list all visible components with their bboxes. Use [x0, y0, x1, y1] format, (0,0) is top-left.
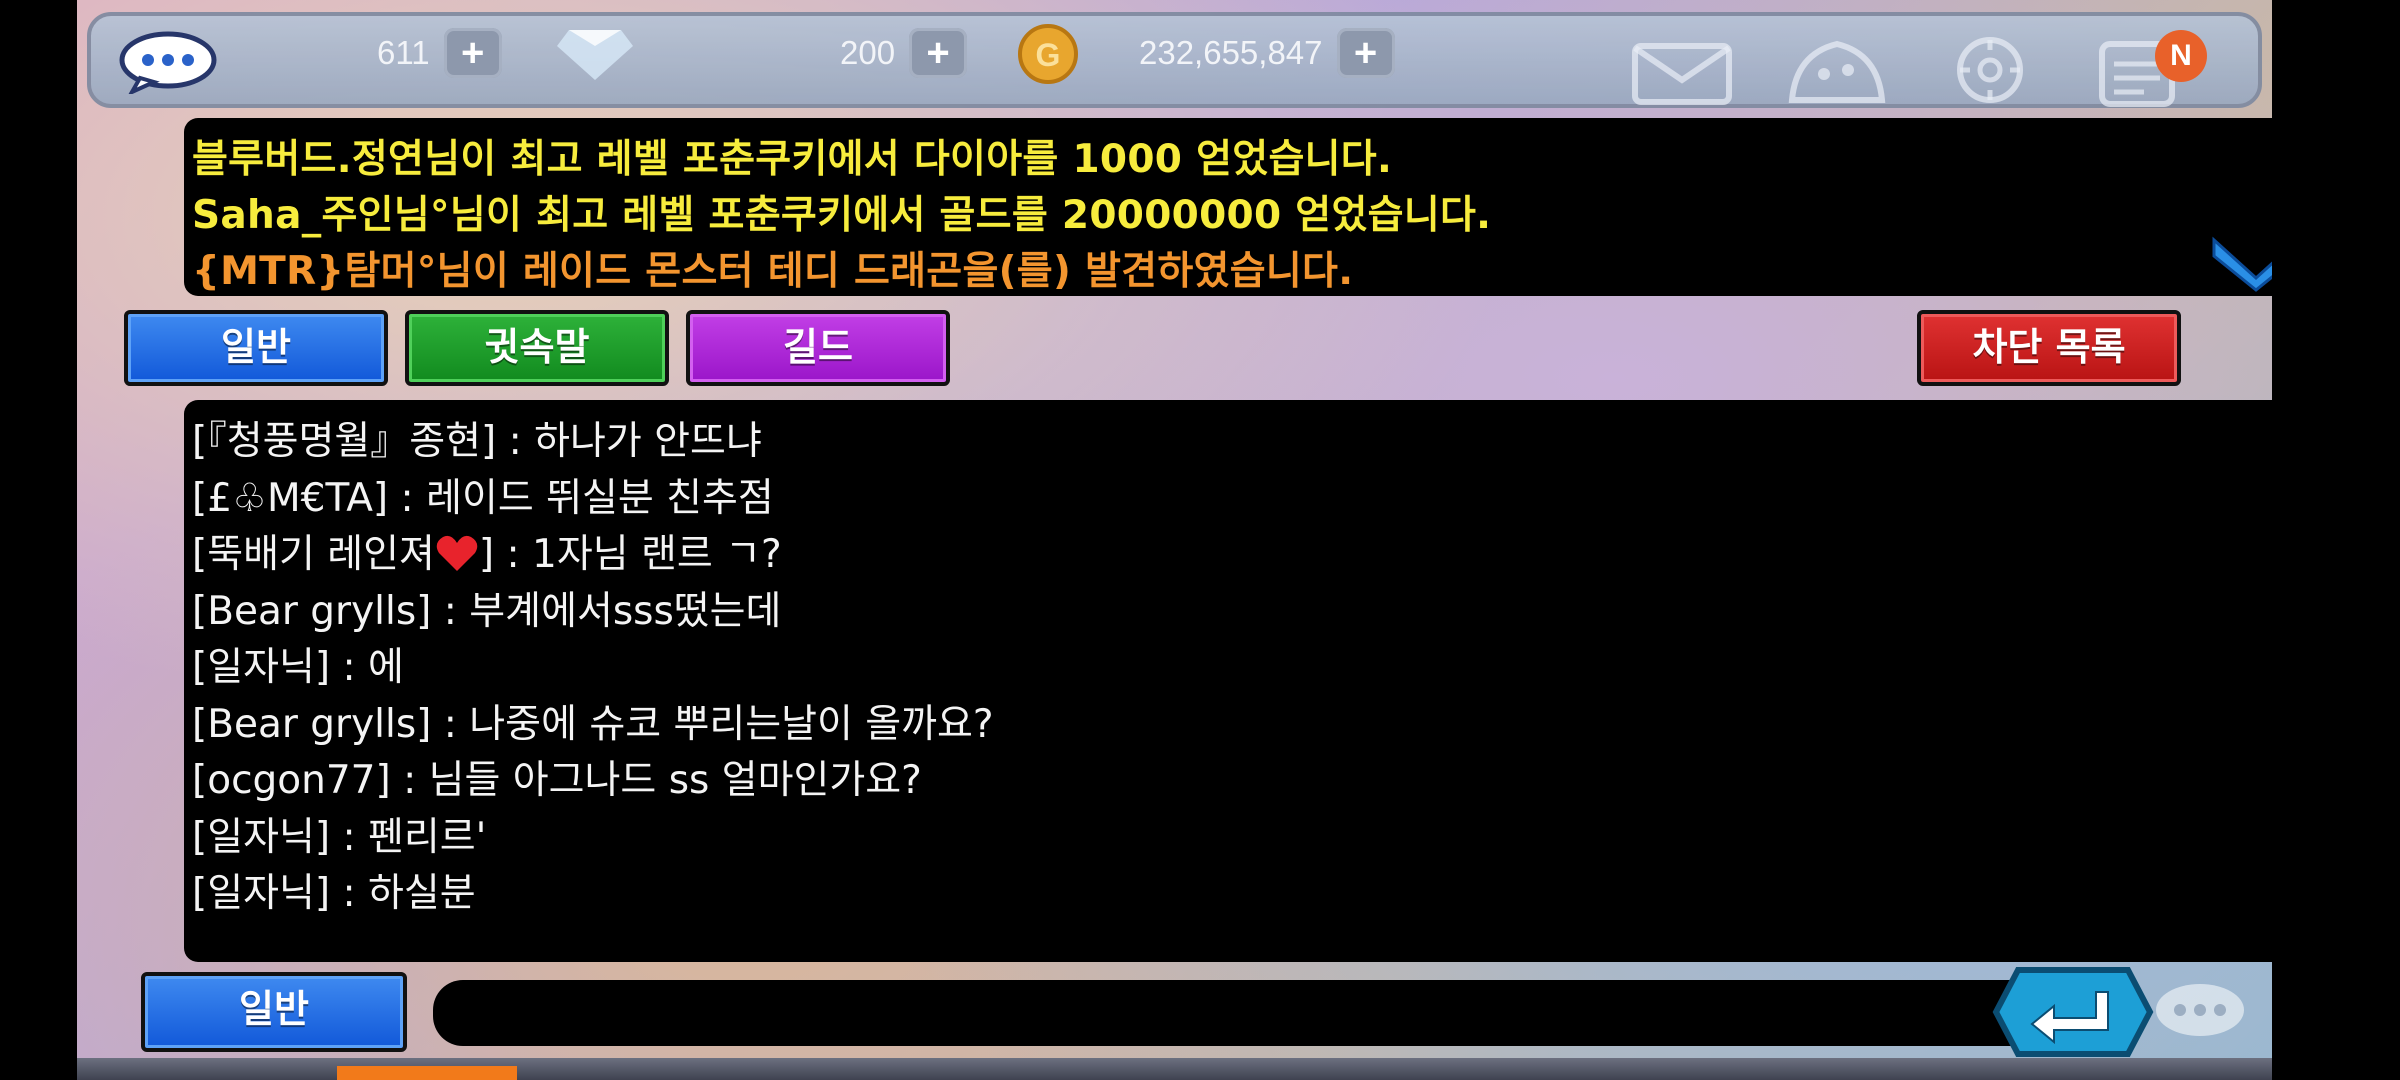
- game-screen: 611 + 200 + G 232,655,847 + N 블루버드.정연님이: [77, 0, 2272, 1080]
- gold-counter: 232,655,847 +: [1139, 28, 1395, 78]
- add-diamond-button[interactable]: +: [909, 28, 968, 78]
- gold-value: 232,655,847: [1139, 34, 1323, 71]
- energy-counter: 611 +: [377, 28, 502, 78]
- notice-line: 블루버드.정연님이 최고 레벨 포춘쿠키에서 다이아를 1000 얻었습니다.: [192, 137, 1393, 182]
- chat-line: [일자닉] : 펜리르': [192, 814, 487, 860]
- notification-badge: N: [2155, 30, 2207, 82]
- energy-value: 611: [377, 34, 430, 71]
- chat-log[interactable]: [『청풍명월』종현] : 하나가 안뜨냐 [£♧M€TA] : 레이드 뛰실분 …: [184, 400, 2272, 962]
- chat-line: [£♧M€TA] : 레이드 뛰실분 친추점: [192, 475, 774, 521]
- tab-whisper[interactable]: 귓속말: [405, 310, 669, 386]
- chat-line: [ocgon77] : 님들 아그나드 ss 얼마인가요?: [192, 758, 922, 803]
- chat-line: [192, 400, 994, 414]
- notice-line: {MTR}탐머°님이 레이드 몬스터 테디 드래곤을(를) 발견하였습니다.: [192, 249, 1354, 294]
- chat-message-input[interactable]: [433, 980, 2133, 1046]
- chat-line: [Bear grylls] : 부계에서sss떴는데: [192, 588, 782, 634]
- diamond-counter: 200 +: [840, 28, 968, 78]
- heart-icon: [436, 535, 478, 571]
- chat-input-row: 일반: [77, 967, 2272, 1057]
- diamond-value: 200: [840, 34, 896, 71]
- bottom-progress-accent: [337, 1066, 517, 1080]
- tab-general[interactable]: 일반: [124, 310, 388, 386]
- mail-icon[interactable]: [1627, 34, 1737, 108]
- chat-line: [일자닉] : 에: [192, 645, 404, 690]
- chat-bubble-more-icon: [2156, 984, 2244, 1036]
- channel-select-button[interactable]: 일반: [141, 972, 407, 1052]
- send-button[interactable]: [1992, 966, 2154, 1058]
- block-list-label: 차단 목록: [1972, 325, 2126, 369]
- chat-line: [『청풍명월』종현] : 하나가 안뜨냐: [192, 419, 762, 464]
- block-list-button[interactable]: 차단 목록: [1917, 310, 2181, 386]
- add-gold-button[interactable]: +: [1336, 28, 1395, 78]
- notice-line: Saha_주인님°님이 최고 레벨 포춘쿠키에서 골드를 20000000 얻었…: [192, 193, 1492, 238]
- diamond-icon: [557, 30, 633, 80]
- svg-text:G: G: [1036, 37, 1061, 73]
- system-notice-box: 블루버드.정연님이 최고 레벨 포춘쿠키에서 다이아를 1000 얻었습니다. …: [184, 118, 2272, 296]
- add-energy-button[interactable]: +: [443, 28, 502, 78]
- channel-select-label: 일반: [239, 987, 309, 1031]
- chat-line-suffix: ] : 1자님 랜르 ㄱ?: [478, 532, 782, 577]
- chat-bubble-icon[interactable]: [118, 30, 218, 94]
- compass-icon[interactable]: [1935, 34, 2045, 108]
- tab-whisper-label: 귓속말: [484, 325, 590, 369]
- cookie-kingdom-icon[interactable]: [1782, 34, 1892, 108]
- chat-line: [일자닉] : 하실분: [192, 871, 476, 916]
- chat-line-prefix: [뚝배기 레인져: [192, 532, 435, 577]
- chat-line: [Bear grylls] : 나중에 슈코 뿌리는날이 올까요?: [192, 701, 994, 747]
- tab-guild-label: 길드: [783, 325, 853, 369]
- notification-badge-label: N: [2170, 39, 2192, 72]
- tab-guild[interactable]: 길드: [686, 310, 950, 386]
- chat-line: [뚝배기 레인져 ] : 1자님 랜르 ㄱ?: [192, 527, 994, 584]
- gold-coin-icon: G: [1018, 24, 1078, 84]
- chevron-down-icon[interactable]: [2208, 230, 2272, 294]
- tab-general-label: 일반: [221, 325, 291, 369]
